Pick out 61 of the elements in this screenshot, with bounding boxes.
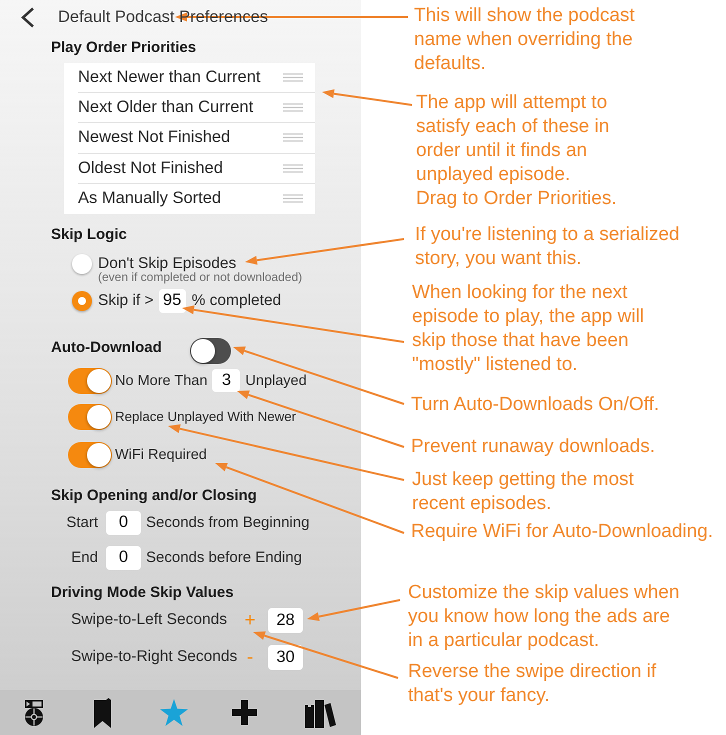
toggle-switch[interactable] (68, 368, 112, 394)
number-field[interactable]: 95 (158, 288, 186, 313)
drag-handle-icon[interactable] (283, 73, 303, 82)
star-icon (160, 699, 188, 726)
field-label: End (71, 549, 98, 566)
plus-icon (232, 700, 257, 725)
annotation-text: Customize the skip values when you know how long the ads are in a particular podcast. (408, 581, 680, 653)
toggle-switch[interactable] (190, 338, 231, 364)
back-button[interactable] (20, 6, 35, 28)
annotation-text: Turn Auto-Downloads On/Off. (411, 393, 660, 417)
annotation-text: Just keep getting the most recent episodes. (412, 468, 634, 516)
tab-button[interactable] (94, 698, 111, 728)
priority-item[interactable]: As Manually Sorted (78, 189, 222, 208)
section-heading: Skip Logic (51, 224, 127, 245)
section-heading: Skip Opening and/or Closing (51, 486, 257, 506)
option-label: % completed (192, 292, 282, 310)
toggle-label: Unplayed (245, 372, 307, 389)
radio-button[interactable] (72, 290, 92, 311)
section-heading: Driving Mode Skip Values (51, 582, 234, 603)
drag-handle-icon[interactable] (283, 133, 303, 142)
toggle-label: Replace Unplayed With Newer (115, 409, 296, 424)
field-label: Start (66, 514, 98, 532)
annotation-text: Reverse the swipe direction if that's your fancy. (408, 660, 656, 708)
option-label: Skip if > (98, 292, 154, 310)
media-player-icon (24, 700, 42, 726)
toggle-switch[interactable] (68, 404, 112, 430)
number-field[interactable]: 28 (268, 608, 303, 633)
option-label: Don't Skip Episodes (98, 254, 236, 272)
tab-button[interactable] (232, 700, 257, 725)
annotation-text: If you're listening to a serialized story, you want this. (415, 223, 680, 271)
priority-item[interactable]: Next Newer than Current (78, 68, 260, 88)
field-label: Swipe-to-Left Seconds (71, 611, 227, 630)
annotation-text: When looking for the next episode to play, the app will skip those that have been "mostly" listened to. (412, 281, 644, 377)
field-label: Swipe-to-Right Seconds (71, 648, 238, 666)
annotation-text: Prevent runaway downloads. (411, 435, 655, 459)
drag-handle-icon[interactable] (283, 194, 303, 204)
priority-item[interactable]: Next Older than Current (78, 98, 254, 118)
annotation-text: Require WiFi for Auto-Downloading. (411, 520, 714, 544)
toggle-label: No More Than (115, 372, 208, 389)
priority-item[interactable]: Oldest Not Finished (78, 158, 223, 178)
number-field[interactable]: 3 (212, 369, 240, 392)
back-chevron-icon (20, 6, 35, 28)
radio-button[interactable] (72, 254, 92, 274)
priority-item[interactable]: Newest Not Finished (78, 128, 230, 148)
number-field[interactable]: 0 (106, 546, 141, 570)
field-label: Seconds before Ending (146, 549, 302, 566)
tab-button[interactable] (24, 700, 42, 726)
field-label: Seconds from Beginning (146, 514, 310, 532)
books-icon (305, 697, 336, 728)
toggle-label: WiFi Required (115, 446, 207, 463)
toggle-switch[interactable] (68, 442, 112, 468)
section-heading: Auto-Download (51, 338, 162, 358)
number-field[interactable]: 30 (268, 644, 303, 670)
annotation-text: The app will attempt to satisfy each of these in order until it finds an unplayed episode. Drag to Order Priorities. (416, 91, 617, 211)
tab-button[interactable] (305, 697, 336, 728)
drag-handle-icon[interactable] (283, 103, 303, 112)
bookmark-icon (94, 698, 111, 728)
number-field[interactable]: 0 (106, 510, 141, 535)
annotation-text: This will show the podcast name when overriding the defaults. (414, 4, 635, 76)
drag-handle-icon[interactable] (283, 164, 303, 173)
section-heading: Play Order Priorities (51, 38, 196, 58)
